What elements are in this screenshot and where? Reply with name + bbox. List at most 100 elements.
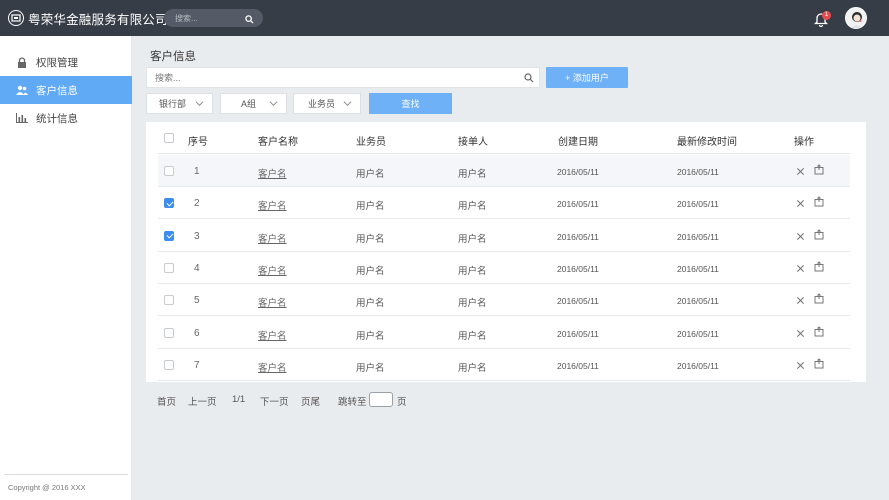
cell-modified-time: 2016/05/11: [677, 231, 719, 242]
cell-created-date: 2016/05/11: [557, 231, 599, 242]
table-row[interactable]: 4 客户名 用户名 用户名 2016/05/11 2016/05/11: [158, 252, 850, 284]
search-icon[interactable]: [245, 13, 254, 27]
customer-name-link[interactable]: 客户名: [258, 360, 287, 374]
customer-search-box[interactable]: [146, 67, 540, 88]
cell-taker: 用户名: [458, 233, 487, 245]
page-indicator: 1/1: [232, 394, 246, 405]
edit-icon[interactable]: [814, 164, 824, 178]
last-page-link[interactable]: 页尾: [301, 394, 320, 408]
header-modified-time[interactable]: 最新修改时间: [677, 133, 737, 148]
notification-badge: 1: [822, 11, 831, 20]
header-created-date[interactable]: 创建日期: [558, 133, 598, 148]
cell-no: 1: [194, 166, 200, 177]
delete-icon[interactable]: [796, 230, 805, 244]
customer-name-link[interactable]: 客户名: [258, 263, 287, 277]
header-taker[interactable]: 接单人: [458, 133, 488, 148]
top-search-input[interactable]: [175, 13, 235, 23]
edit-icon[interactable]: [814, 358, 824, 372]
app-logo[interactable]: 粤荣华金融服务有限公司: [8, 9, 168, 28]
sidebar-item-permissions[interactable]: 权限管理: [0, 48, 132, 76]
sidebar-item-label: 客户信息: [36, 84, 78, 97]
delete-icon[interactable]: [796, 294, 805, 308]
select-all-checkbox[interactable]: [164, 133, 174, 143]
delete-icon[interactable]: [796, 262, 805, 276]
cell-modified-time: 2016/05/11: [677, 296, 719, 307]
edit-icon[interactable]: [814, 228, 824, 243]
sidebar-divider: [4, 474, 128, 475]
row-checkbox[interactable]: [164, 262, 174, 273]
jump-page-input[interactable]: [369, 392, 393, 407]
header-salesperson[interactable]: 业务员: [356, 133, 386, 148]
add-user-button[interactable]: + 添加用户: [546, 67, 628, 88]
search-icon[interactable]: [524, 72, 534, 86]
row-checkbox[interactable]: [164, 295, 174, 306]
sidebar-item-customers[interactable]: 客户信息: [0, 76, 132, 104]
table-row[interactable]: 7 客户名 用户名 用户名 2016/05/11 2016/05/11: [158, 349, 850, 381]
filter-group-select[interactable]: A组: [220, 93, 287, 114]
cell-created-date: 2016/05/11: [557, 263, 599, 274]
sidebar-item-statistics[interactable]: 统计信息: [0, 104, 132, 132]
delete-icon[interactable]: [796, 197, 805, 211]
customer-name-link[interactable]: 客户名: [258, 198, 287, 212]
edit-icon[interactable]: [814, 261, 824, 275]
customer-table: 序号 客户名称 业务员 接单人 创建日期 最新修改时间 操作 1 客户名 用户名 用户…: [146, 122, 866, 382]
header-actions: 操作: [794, 137, 814, 148]
cell-salesperson: 用户名: [356, 298, 385, 310]
top-search-box[interactable]: [164, 9, 263, 27]
customer-name-link[interactable]: 客户名: [258, 166, 287, 180]
lock-icon: [16, 56, 28, 68]
table-header: 序号 客户名称 业务员 接单人 创建日期 最新修改时间 操作: [158, 122, 850, 154]
cell-taker: 用户名: [458, 169, 487, 180]
first-page-link[interactable]: 首页: [157, 394, 176, 408]
delete-icon[interactable]: [796, 165, 805, 179]
avatar[interactable]: [845, 7, 867, 29]
cell-modified-time: 2016/05/11: [677, 360, 719, 371]
customer-name-link[interactable]: 客户名: [258, 328, 287, 342]
cell-modified-time: 2016/05/11: [677, 199, 719, 210]
find-button[interactable]: 查找: [369, 93, 452, 114]
row-checkbox[interactable]: [164, 230, 174, 241]
next-page-link[interactable]: 下一页: [260, 394, 289, 408]
filter-salesperson-select[interactable]: 业务员: [293, 93, 361, 114]
table-row[interactable]: 1 客户名 用户名 用户名 2016/05/11 2016/05/11: [158, 155, 850, 187]
filter-salesperson-label: 业务员: [308, 99, 336, 109]
edit-icon[interactable]: [814, 196, 824, 210]
delete-icon[interactable]: [796, 327, 805, 341]
table-row[interactable]: 2 客户名 用户名 用户名 2016/05/11 2016/05/11: [158, 187, 850, 220]
customer-search-input[interactable]: [155, 72, 495, 83]
cell-modified-time: 2016/05/11: [677, 328, 719, 339]
cell-salesperson: 用户名: [356, 265, 385, 277]
cell-modified-time: 2016/05/11: [677, 167, 719, 177]
delete-icon[interactable]: [796, 359, 805, 373]
customer-name-link[interactable]: 客户名: [258, 295, 287, 309]
cell-created-date: 2016/05/11: [557, 360, 599, 371]
row-checkbox[interactable]: [164, 166, 174, 176]
chevron-down-icon: [269, 99, 278, 110]
cell-taker: 用户名: [458, 330, 487, 342]
page-title: 客户信息: [150, 51, 196, 63]
cell-no: 2: [194, 198, 200, 210]
filter-group-label: A组: [241, 99, 257, 109]
edit-icon[interactable]: [814, 293, 824, 307]
users-icon: [16, 84, 28, 96]
cell-taker: 用户名: [458, 265, 487, 277]
edit-icon[interactable]: [814, 325, 824, 340]
cell-salesperson: 用户名: [356, 362, 385, 374]
header-customer-name[interactable]: 客户名称: [258, 133, 298, 148]
chevron-down-icon: [343, 99, 352, 110]
header-no[interactable]: 序号: [188, 133, 208, 148]
filter-department-select[interactable]: 银行部: [146, 93, 213, 114]
row-checkbox[interactable]: [164, 198, 174, 209]
cell-no: 7: [194, 359, 200, 371]
filter-department-label: 银行部: [159, 99, 187, 109]
table-row[interactable]: 6 客户名 用户名 用户名 2016/05/11 2016/05/11: [158, 317, 850, 349]
cell-no: 6: [194, 327, 200, 339]
customer-name-link[interactable]: 客户名: [258, 231, 287, 245]
row-checkbox[interactable]: [164, 327, 174, 338]
row-checkbox[interactable]: [164, 359, 174, 370]
table-row[interactable]: 3 客户名 用户名 用户名 2016/05/11 2016/05/11: [158, 220, 850, 252]
cell-created-date: 2016/05/11: [557, 328, 599, 339]
prev-page-link[interactable]: 上一页: [188, 394, 217, 408]
table-row[interactable]: 5 客户名 用户名 用户名 2016/05/11 2016/05/11: [158, 284, 850, 317]
page-suffix: 页: [397, 397, 407, 408]
